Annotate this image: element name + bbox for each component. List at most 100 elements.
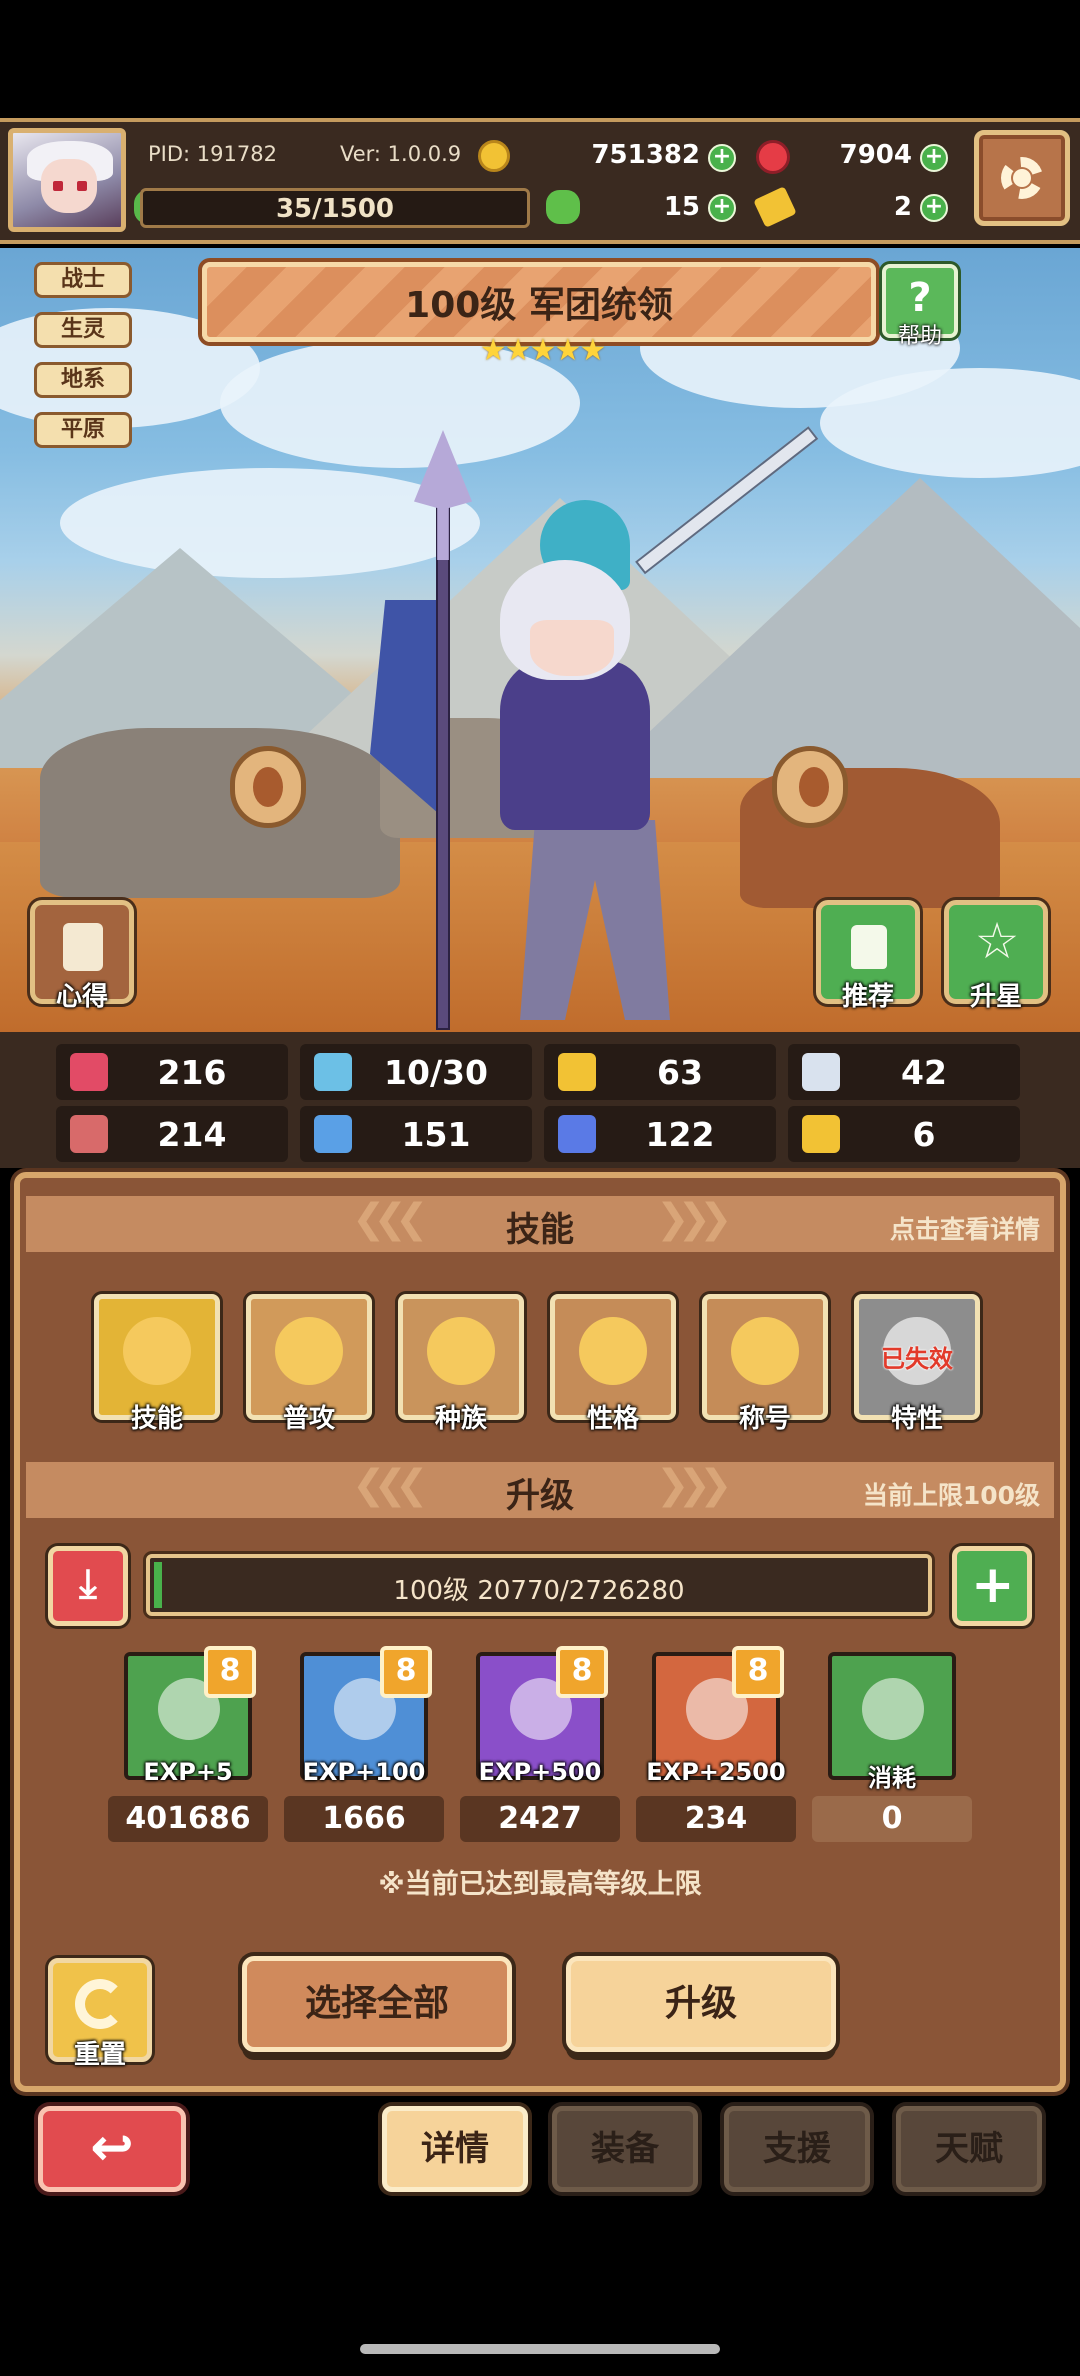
skill-slot-label: 特性 — [890, 1404, 943, 1434]
upgrade-section-title: 升级 — [506, 1476, 574, 1516]
skill-slot-label: 种族 — [434, 1404, 487, 1434]
download-arrow-icon: ⤓ — [79, 1561, 97, 1607]
level-cap-hint: 当前上限100级 — [862, 1481, 1040, 1510]
star-icon: ☆ — [974, 912, 1020, 970]
previous-hero-button[interactable] — [230, 746, 306, 828]
left-arrow-icon — [253, 767, 283, 807]
ticket-amount: 2 — [893, 192, 912, 222]
flag-icon — [558, 1115, 596, 1153]
add-clover-button[interactable]: + — [708, 194, 736, 222]
hero-face — [530, 620, 614, 676]
exp-item-count: 2427 — [460, 1796, 620, 1842]
stat-value: 63 — [657, 1053, 703, 1092]
stat-value: 216 — [157, 1053, 227, 1092]
upgrade-button[interactable]: 升级 — [566, 1956, 836, 2052]
stat-value: 6 — [912, 1115, 936, 1154]
add-gem-button[interactable]: + — [920, 144, 948, 172]
exp-item-label: EXP+100 — [302, 1758, 426, 1786]
home-indicator[interactable] — [360, 2344, 720, 2354]
level-down-button[interactable]: ⤓ — [48, 1546, 128, 1626]
book-icon — [314, 1115, 352, 1153]
exp-item-label: EXP+500 — [478, 1758, 602, 1786]
plus-icon: + — [971, 1555, 1015, 1615]
skill-slot-label: 技能 — [130, 1404, 183, 1434]
clover-icon — [546, 190, 580, 224]
exp-progress-text: 100级 20770/2726280 — [393, 1576, 685, 1606]
item-count-badge: 8 — [556, 1646, 608, 1698]
settings-button[interactable] — [974, 130, 1070, 226]
skill-slot-label: 性格 — [586, 1404, 639, 1434]
recommend-label: 推荐 — [841, 982, 894, 1012]
hero-body[interactable] — [500, 660, 650, 830]
skills-hint[interactable]: 点击查看详情 — [860, 1210, 1040, 1246]
stat-value: 214 — [157, 1115, 227, 1154]
exp-item-label: 消耗 — [868, 1764, 916, 1792]
stat-value: 10/30 — [384, 1053, 488, 1092]
thumbs-up-icon — [851, 925, 887, 969]
tag-element: 地系 — [34, 362, 132, 398]
item-count-badge: 8 — [204, 1646, 256, 1698]
chevron-right-icon: ❯❯❯ — [656, 1196, 732, 1242]
scroll-icon — [63, 923, 103, 971]
tab-0[interactable]: 详情 — [382, 2106, 528, 2192]
max-level-notice: ※当前已达到最高等级上限 — [378, 1869, 702, 1900]
gold-coin-icon — [478, 140, 510, 172]
level-up-add-button[interactable]: + — [952, 1546, 1032, 1626]
reset-label: 重置 — [73, 2040, 126, 2070]
skill-slot-label: 普攻 — [282, 1404, 335, 1434]
chevron-right-icon: ❯❯❯ — [656, 1462, 732, 1508]
add-gold-button[interactable]: + — [708, 144, 736, 172]
add-ticket-button[interactable]: + — [920, 194, 948, 222]
skill-emblem-icon — [731, 1317, 799, 1385]
skill-emblem-icon — [579, 1317, 647, 1385]
tab-2[interactable]: 支援 — [724, 2106, 870, 2192]
gold-amount: 751382 — [591, 140, 700, 170]
player-id: PID: 191782 — [148, 142, 277, 166]
skill-slot-label: 称号 — [738, 1404, 791, 1434]
exp-item-label: EXP+5 — [143, 1758, 233, 1786]
stamina-value: 35/1500 — [275, 194, 395, 224]
red-gem-icon — [756, 140, 790, 174]
item-count-badge: 8 — [380, 1646, 432, 1698]
tag-race: 生灵 — [34, 312, 132, 348]
help-label: 帮助 — [897, 324, 942, 349]
exp-item-count: 0 — [812, 1796, 972, 1842]
item-count-badge: 8 — [732, 1646, 784, 1698]
return-arrow-icon: ↩ — [90, 2118, 134, 2178]
right-arrow-icon — [799, 767, 829, 807]
gold-coin-icon — [862, 1678, 924, 1740]
chevron-left-icon: ❮❮❮ — [352, 1462, 428, 1508]
wing-icon — [802, 1053, 840, 1091]
skill-emblem-icon — [275, 1317, 343, 1385]
hero-star-rating: ★★★★★ — [479, 333, 606, 368]
water-drop-icon — [314, 1053, 352, 1091]
stat-value: 151 — [401, 1115, 471, 1154]
insight-label: 心得 — [55, 982, 108, 1012]
refresh-icon — [75, 1979, 125, 2029]
exp-item-label: EXP+2500 — [646, 1758, 786, 1786]
tab-3[interactable]: 天赋 — [896, 2106, 1042, 2192]
skills-section-title: 技能 — [506, 1210, 574, 1250]
stat-value: 122 — [645, 1115, 715, 1154]
horseshoe-icon — [802, 1115, 840, 1153]
back-button[interactable]: ↩ — [38, 2106, 186, 2192]
shield-icon — [558, 1053, 596, 1091]
game-version: Ver: 1.0.0.9 — [340, 142, 462, 166]
tab-1[interactable]: 装备 — [552, 2106, 698, 2192]
disabled-overlay-text: 已失效 — [881, 1345, 953, 1373]
star-up-label: 升星 — [969, 982, 1022, 1012]
select-all-button[interactable]: 选择全部 — [242, 1956, 512, 2052]
hero-title: 100级 军团统领 — [405, 285, 673, 326]
exp-item-count: 401686 — [108, 1796, 268, 1842]
player-avatar[interactable] — [8, 128, 126, 232]
tag-class: 战士 — [34, 262, 132, 298]
exp-item-count: 234 — [636, 1796, 796, 1842]
next-hero-button[interactable] — [772, 746, 848, 828]
tag-terrain: 平原 — [34, 412, 132, 448]
chevron-left-icon: ❮❮❮ — [352, 1196, 428, 1242]
stat-value: 42 — [901, 1053, 947, 1092]
skill-emblem-icon — [123, 1317, 191, 1385]
gem-amount: 7904 — [839, 140, 912, 170]
skill-emblem-icon — [427, 1317, 495, 1385]
heart-icon — [70, 1053, 108, 1091]
